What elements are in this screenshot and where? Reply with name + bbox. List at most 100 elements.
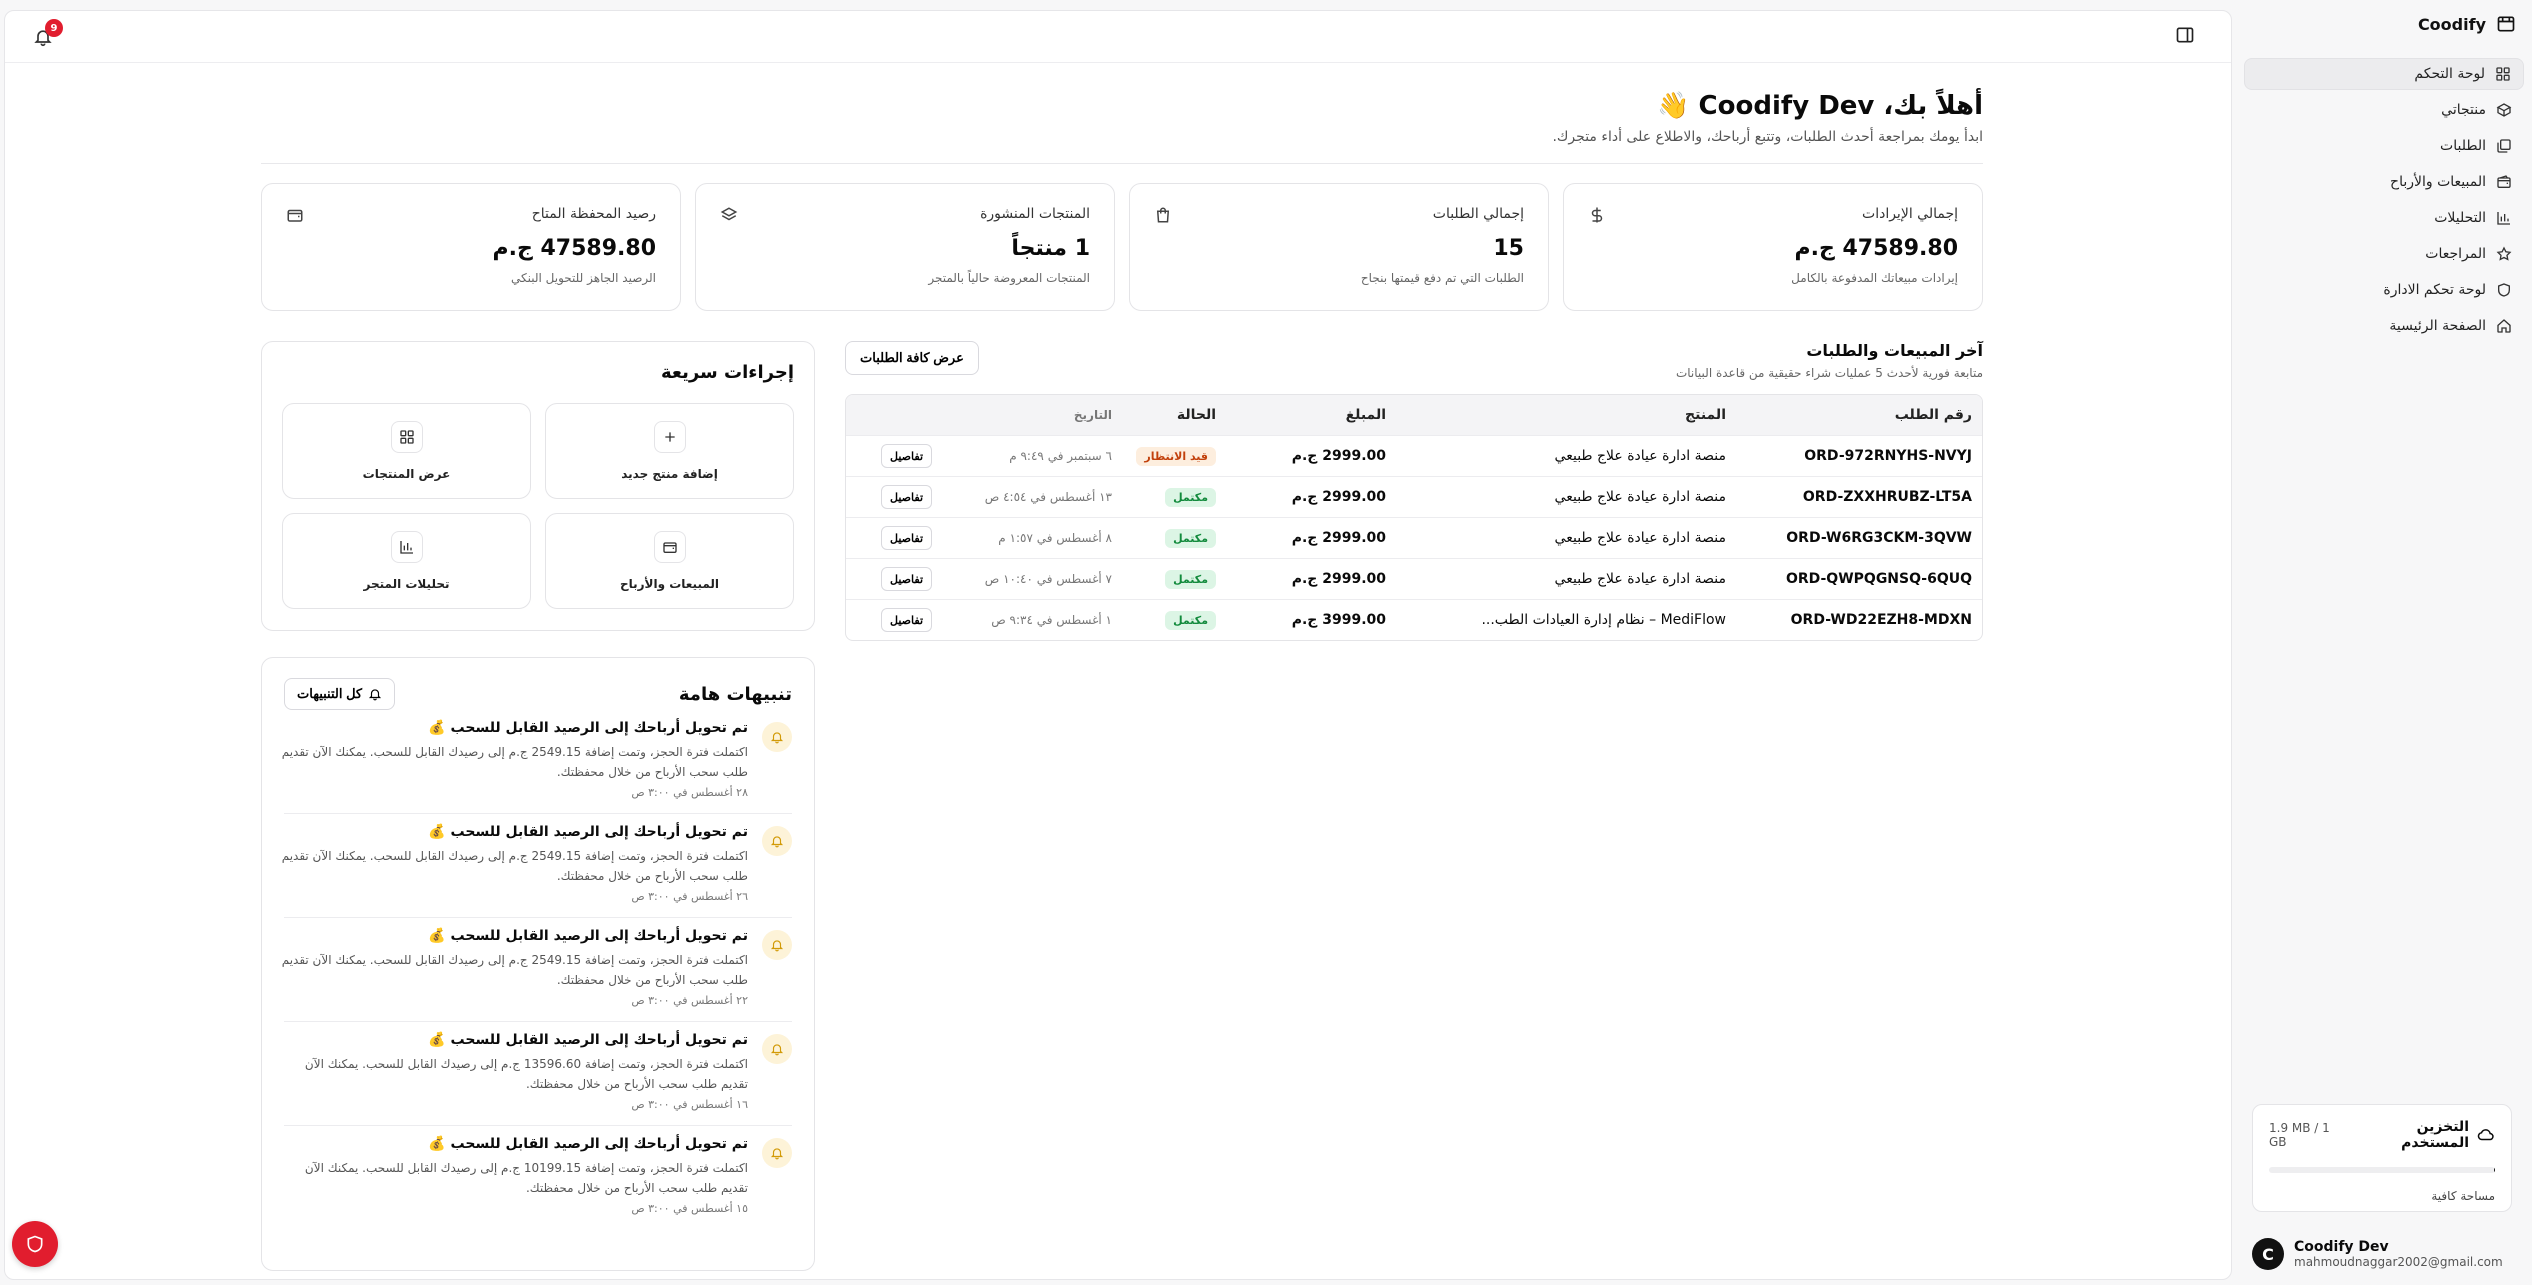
- column-header[interactable]: الحالة: [1122, 407, 1226, 423]
- alert-date: ٢٨ أغسطس في ٣:٠٠ ص: [631, 786, 748, 799]
- help-button[interactable]: [12, 1221, 58, 1267]
- bell-icon: [762, 1138, 792, 1168]
- user-email: mahmoudnaggar2002@gmail.com: [2294, 1255, 2503, 1269]
- alert-body: اكتملت فترة الحجز، وتمت إضافة 2549.15 ج.…: [281, 745, 748, 779]
- shield-icon: [2496, 282, 2512, 298]
- table-header: رقم الطلب المنتج المبلغ الحالة التاريخ: [846, 395, 1982, 435]
- details-button[interactable]: تفاصيل: [881, 444, 932, 468]
- status-badge: مكتمل: [1165, 528, 1216, 548]
- table-row[interactable]: ORD-ZXXHRUBZ-LT5A منصة ادارة عيادة علاج …: [846, 476, 1982, 517]
- quick-action-label: تحليلات المتجر: [363, 577, 450, 591]
- order-id: ORD-WD22EZH8-MDXN: [1790, 612, 1972, 628]
- quick-action-label: إضافة منتج جديد: [621, 467, 718, 481]
- table-row[interactable]: ORD-W6RG3CKM-3QVW منصة ادارة عيادة علاج …: [846, 517, 1982, 558]
- status-badge: مكتمل: [1165, 487, 1216, 507]
- storage-title: التخزين المستخدم: [2349, 1119, 2495, 1151]
- stat-label: رصيد المحفظة المتاح: [531, 206, 656, 222]
- alert-date: ٢٢ أغسطس في ٣:٠٠ ص: [631, 994, 748, 1007]
- section-subtitle: متابعة فورية لأحدث 5 عمليات شراء حقيقية …: [1675, 366, 1983, 380]
- stat-desc: الرصيد الجاهز للتحويل البنكي: [511, 271, 656, 285]
- alert-date: ١٦ أغسطس في ٣:٠٠ ص: [631, 1098, 748, 1111]
- order-product: منصة ادارة عيادة علاج طبيعي: [1554, 571, 1726, 587]
- alert-item[interactable]: تم تحويل أرباحك إلى الرصيد القابل للسحب …: [282, 814, 792, 918]
- details-button[interactable]: تفاصيل: [881, 567, 932, 591]
- alert-body: اكتملت فترة الحجز، وتمت إضافة 2549.15 ج.…: [281, 953, 748, 987]
- details-button[interactable]: تفاصيل: [881, 485, 932, 509]
- alerts-card: تنبيهات هامة كل التنبيهات تم تحويل أرباح…: [261, 657, 815, 1271]
- status-badge: مكتمل: [1165, 610, 1216, 630]
- order-amount: 2999.00 ج.م: [1291, 489, 1386, 505]
- quick-action-label: المبيعات والأرباح: [619, 577, 720, 591]
- sidebar-item-sales[interactable]: المبيعات والأرباح: [2244, 166, 2524, 198]
- sidebar-nav: لوحة التحكم منتجاتي الطلبات المبيعات وال…: [2244, 58, 2524, 346]
- user-profile[interactable]: C Coodify Dev mahmoudnaggar2002@gmail.co…: [2252, 1232, 2516, 1276]
- stat-desc: الطلبات التي تم دفع قيمتها بنجاح: [1360, 271, 1524, 285]
- order-id: ORD-QWPQGNSQ-6QUQ: [1785, 571, 1972, 587]
- brand[interactable]: Coodify: [2252, 14, 2516, 34]
- storage-progress-bar: [2269, 1167, 2495, 1173]
- details-button[interactable]: تفاصيل: [881, 526, 932, 550]
- alert-item[interactable]: تم تحويل أرباحك إلى الرصيد القابل للسحب …: [284, 1022, 792, 1126]
- stat-card-revenue: إجمالي الإيرادات 47589.80 ج.م إيرادات مب…: [1563, 183, 1983, 311]
- quick-action-analytics[interactable]: تحليلات المتجر: [282, 513, 531, 609]
- table-row[interactable]: ORD-WD22EZH8-MDXN MediFlow – نظام إدارة …: [846, 599, 1982, 640]
- alert-item[interactable]: تم تحويل أرباحك إلى الرصيد القابل للسحب …: [282, 710, 792, 814]
- dashboard-icon: [2496, 14, 2516, 34]
- orders-table: رقم الطلب المنتج المبلغ الحالة التاريخ O…: [845, 394, 1983, 641]
- alert-item[interactable]: تم تحويل أرباحك إلى الرصيد القابل للسحب …: [284, 1126, 792, 1229]
- order-amount: 2999.00 ج.م: [1291, 530, 1386, 546]
- wallet-icon: [2496, 174, 2512, 190]
- order-date: ٧ أغسطس في ١٠:٤٠ ص: [984, 572, 1112, 586]
- notification-count-badge: 9: [45, 19, 63, 37]
- topbar: 9: [5, 11, 2231, 63]
- table-row[interactable]: ORD-QWPQGNSQ-6QUQ منصة ادارة عيادة علاج …: [846, 558, 1982, 599]
- table-row[interactable]: ORD-972RNYHS-NVYJ منصة ادارة عيادة علاج …: [846, 435, 1982, 476]
- status-badge: قيد الانتظار: [1136, 446, 1216, 466]
- box-icon: [2496, 102, 2512, 118]
- order-date: ٨ أغسطس في ١:٥٧ م: [998, 531, 1112, 545]
- section-title: تنبيهات هامة: [678, 683, 792, 705]
- order-date: ١٣ أغسطس في ٤:٥٤ ص: [984, 490, 1112, 504]
- details-button[interactable]: تفاصيل: [881, 608, 932, 632]
- bell-icon: [762, 1034, 792, 1064]
- wallet-icon: [653, 531, 686, 563]
- stat-value: 15: [1493, 236, 1524, 261]
- view-all-orders-button[interactable]: عرض كافة الطلبات: [845, 341, 979, 375]
- all-notifications-button[interactable]: كل التنبيهات: [284, 678, 396, 710]
- column-header[interactable]: رقم الطلب: [1736, 407, 1982, 423]
- sidebar-item-admin[interactable]: لوحة تحكم الادارة: [2244, 274, 2524, 306]
- section-title: آخر المبيعات والطلبات: [1806, 341, 1983, 360]
- stat-label: إجمالي الطلبات: [1432, 206, 1524, 222]
- notifications-bell-icon[interactable]: 9: [33, 19, 63, 47]
- bar-chart-icon: [390, 531, 423, 563]
- quick-action-view-products[interactable]: عرض المنتجات: [282, 403, 531, 499]
- stat-label: المنتجات المنشورة: [980, 206, 1090, 222]
- shopping-bag-icon: [1154, 206, 1172, 224]
- sidebar-item-products[interactable]: منتجاتي: [2244, 94, 2524, 126]
- order-id: ORD-W6RG3CKM-3QVW: [1786, 530, 1972, 546]
- order-date: ٦ سبتمبر في ٩:٤٩ م: [1009, 449, 1112, 463]
- quick-actions-card: إجراءات سريعة إضافة منتج جديد عرض المنتج…: [261, 341, 815, 631]
- sidebar-item-orders[interactable]: الطلبات: [2244, 130, 2524, 162]
- column-header[interactable]: التاريخ: [942, 408, 1122, 422]
- dashboard-grid-icon: [2495, 66, 2511, 82]
- sidebar-toggle-icon[interactable]: [2175, 25, 2195, 45]
- sidebar-item-analytics[interactable]: التحليلات: [2244, 202, 2524, 234]
- sidebar-item-dashboard[interactable]: لوحة التحكم: [2244, 58, 2524, 90]
- column-header[interactable]: المنتج: [1396, 407, 1736, 423]
- sidebar-item-home[interactable]: الصفحة الرئيسية: [2244, 310, 2524, 342]
- sidebar-item-label: الصفحة الرئيسية: [2389, 318, 2486, 334]
- order-id: ORD-ZXXHRUBZ-LT5A: [1802, 489, 1972, 505]
- stats-row: إجمالي الإيرادات 47589.80 ج.م إيرادات مب…: [261, 183, 1983, 311]
- stat-card-products: المنتجات المنشورة 1 منتجاً المنتجات المع…: [695, 183, 1115, 311]
- order-product: منصة ادارة عيادة علاج طبيعي: [1554, 489, 1726, 505]
- sidebar-item-label: منتجاتي: [2441, 102, 2486, 118]
- column-header[interactable]: المبلغ: [1226, 407, 1396, 423]
- shield-icon: [25, 1234, 45, 1254]
- quick-action-sales[interactable]: المبيعات والأرباح: [545, 513, 794, 609]
- sidebar-item-reviews[interactable]: المراجعات: [2244, 238, 2524, 270]
- quick-action-add-product[interactable]: إضافة منتج جديد: [545, 403, 794, 499]
- alert-item[interactable]: تم تحويل أرباحك إلى الرصيد القابل للسحب …: [282, 918, 792, 1022]
- avatar: C: [2252, 1238, 2284, 1270]
- sidebar-item-label: المراجعات: [2425, 246, 2486, 262]
